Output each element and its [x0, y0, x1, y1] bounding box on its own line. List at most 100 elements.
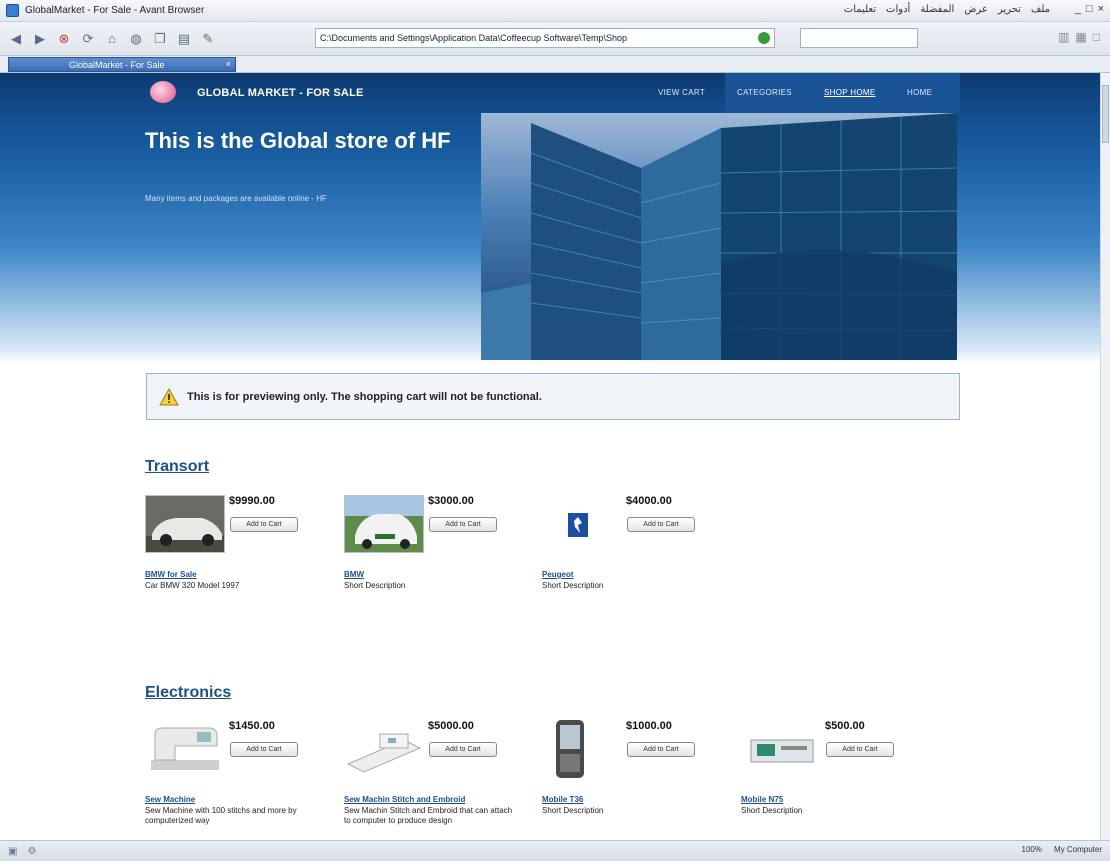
toolbar-right: ▥ ▦ □ [1058, 30, 1100, 44]
product-name[interactable]: Sew Machin Stitch and Embroid [344, 795, 465, 804]
product-card: $500.00 Add to Cart Mobile N75 Short Des… [741, 720, 931, 840]
product-card: $4000.00 Add to Cart Peugeot Short Descr… [542, 495, 732, 615]
add-to-cart-button[interactable]: Add to Cart [826, 742, 894, 757]
product-card: $1000.00 Add to Cart Mobile T36 Short De… [542, 720, 732, 840]
nav-view-cart[interactable]: VIEW CART [658, 88, 705, 97]
tab-strip: GlobalMarket - For Sale × [0, 56, 1110, 73]
forward-icon[interactable]: ▶ [30, 29, 50, 49]
tab-globalmarket[interactable]: GlobalMarket - For Sale × [8, 57, 236, 72]
product-image[interactable] [344, 495, 424, 553]
maximize-button[interactable]: □ [1086, 3, 1093, 15]
nav-categories[interactable]: CATEGORIES [737, 88, 792, 97]
window-titlebar: GlobalMarket - For Sale - Avant Browser … [0, 0, 1110, 22]
add-to-cart-button[interactable]: Add to Cart [429, 517, 497, 532]
nav-home[interactable]: HOME [907, 88, 932, 97]
home-icon[interactable]: ⌂ [102, 29, 122, 49]
gear-icon[interactable]: ⚙ [27, 846, 36, 857]
site-navbar: GLOBAL MARKET - FOR SALE VIEW CART CATEG… [0, 73, 1100, 113]
panel-icon[interactable]: ▣ [8, 846, 17, 857]
product-image[interactable] [741, 720, 821, 778]
tools-icon[interactable]: ✎ [198, 29, 218, 49]
product-price: $9990.00 [229, 495, 275, 507]
product-description: Sew Machine with 100 stitchs and more by… [145, 806, 297, 825]
address-text: C:\Documents and Settings\Application Da… [320, 33, 628, 43]
menu-item[interactable]: تعليمات [844, 4, 876, 15]
product-image[interactable] [145, 720, 225, 778]
add-to-cart-button[interactable]: Add to Cart [230, 517, 298, 532]
building-photo [481, 113, 957, 360]
product-card: $3000.00 Add to Cart BMW Short Descripti… [344, 495, 534, 615]
product-price: $4000.00 [626, 495, 672, 507]
browser-app-icon [6, 4, 19, 17]
minimize-button[interactable]: _ [1075, 3, 1081, 15]
site-brand[interactable]: GLOBAL MARKET - FOR SALE [197, 87, 364, 99]
add-to-cart-button[interactable]: Add to Cart [627, 742, 695, 757]
vertical-scrollbar[interactable] [1100, 73, 1110, 840]
product-image[interactable] [344, 720, 424, 778]
menu-item[interactable]: ملف [1031, 4, 1050, 15]
status-right: 100% My Computer [1022, 845, 1102, 854]
product-description: Car BMW 320 Model 1997 [145, 581, 240, 590]
search-input[interactable] [800, 28, 918, 48]
hero-subtitle: Many items and packages are available on… [145, 194, 327, 203]
refresh-icon[interactable]: ⟳ [78, 29, 98, 49]
new-window-icon[interactable]: ❐ [150, 29, 170, 49]
menu-item[interactable]: أدوات [886, 4, 910, 15]
status-bar: ▣ ⚙ 100% My Computer [0, 840, 1110, 861]
product-image[interactable] [542, 720, 622, 778]
alert-text: This is for previewing only. The shoppin… [187, 390, 542, 403]
close-tab-icon[interactable]: × [226, 59, 231, 69]
product-price: $1000.00 [626, 720, 672, 732]
tile-icon[interactable]: ▤ [174, 29, 194, 49]
layout-icon[interactable]: ▥ [1058, 30, 1069, 44]
product-name[interactable]: Peugeot [542, 570, 574, 579]
product-price: $1450.00 [229, 720, 275, 732]
hero-banner: GLOBAL MARKET - FOR SALE VIEW CART CATEG… [0, 73, 1100, 363]
add-to-cart-button[interactable]: Add to Cart [429, 742, 497, 757]
product-card: $9990.00 Add to Cart BMW for Sale Car BM… [145, 495, 335, 615]
add-to-cart-button[interactable]: Add to Cart [230, 742, 298, 757]
product-card: $1450.00 Add to Cart Sew Machine Sew Mac… [145, 720, 335, 840]
product-description: Sew Machin Stitch and Embroid that can a… [344, 806, 513, 825]
product-description: Short Description [542, 806, 604, 815]
menu-item[interactable]: عرض [964, 4, 988, 15]
zoom-level[interactable]: 100% [1022, 845, 1042, 854]
go-icon[interactable] [758, 32, 770, 44]
globe-icon[interactable]: ◍ [126, 29, 146, 49]
product-name[interactable]: BMW [344, 570, 364, 579]
product-description: Short Description [344, 581, 406, 590]
page-viewport: GLOBAL MARKET - FOR SALE VIEW CART CATEG… [0, 73, 1100, 840]
product-card: $5000.00 Add to Cart Sew Machin Stitch a… [344, 720, 534, 840]
scrollbar-thumb[interactable] [1102, 85, 1109, 143]
menu-item[interactable]: المفضلة [920, 4, 954, 15]
stop-icon[interactable]: ⊗ [54, 29, 74, 49]
security-zone: My Computer [1053, 845, 1102, 854]
warning-icon [159, 387, 179, 405]
back-icon[interactable]: ◀ [6, 29, 26, 49]
category-title-transort[interactable]: Transort [145, 458, 209, 476]
browser-toolbar: ◀ ▶ ⊗ ⟳ ⌂ ◍ ❐ ▤ ✎ C:\Documents and Setti… [0, 22, 1110, 56]
nav-shop-home[interactable]: SHOP HOME [824, 88, 875, 97]
category-title-electronics[interactable]: Electronics [145, 684, 231, 702]
close-window-button[interactable]: × [1098, 3, 1104, 15]
flower-logo-icon [150, 81, 176, 103]
fullscreen-icon[interactable]: □ [1093, 30, 1100, 44]
address-bar[interactable]: C:\Documents and Settings\Application Da… [315, 28, 775, 48]
menu-item[interactable]: تحرير [998, 4, 1021, 15]
product-image[interactable] [145, 495, 225, 553]
product-name[interactable]: BMW for Sale [145, 570, 197, 579]
product-name[interactable]: Mobile N75 [741, 795, 783, 804]
add-to-cart-button[interactable]: Add to Cart [627, 517, 695, 532]
product-price: $5000.00 [428, 720, 474, 732]
product-description: Short Description [741, 806, 803, 815]
menu-bar: تعليمات أدوات المفضلة عرض تحرير ملف [844, 4, 1050, 15]
split-icon[interactable]: ▦ [1075, 30, 1086, 44]
window-controls: _ □ × [1075, 3, 1104, 15]
preview-alert: This is for previewing only. The shoppin… [146, 373, 960, 420]
product-name[interactable]: Mobile T36 [542, 795, 583, 804]
product-price: $3000.00 [428, 495, 474, 507]
product-name[interactable]: Sew Machine [145, 795, 195, 804]
status-left: ▣ ⚙ [8, 846, 36, 857]
window-title: GlobalMarket - For Sale - Avant Browser [25, 5, 205, 16]
product-image[interactable] [542, 495, 622, 553]
